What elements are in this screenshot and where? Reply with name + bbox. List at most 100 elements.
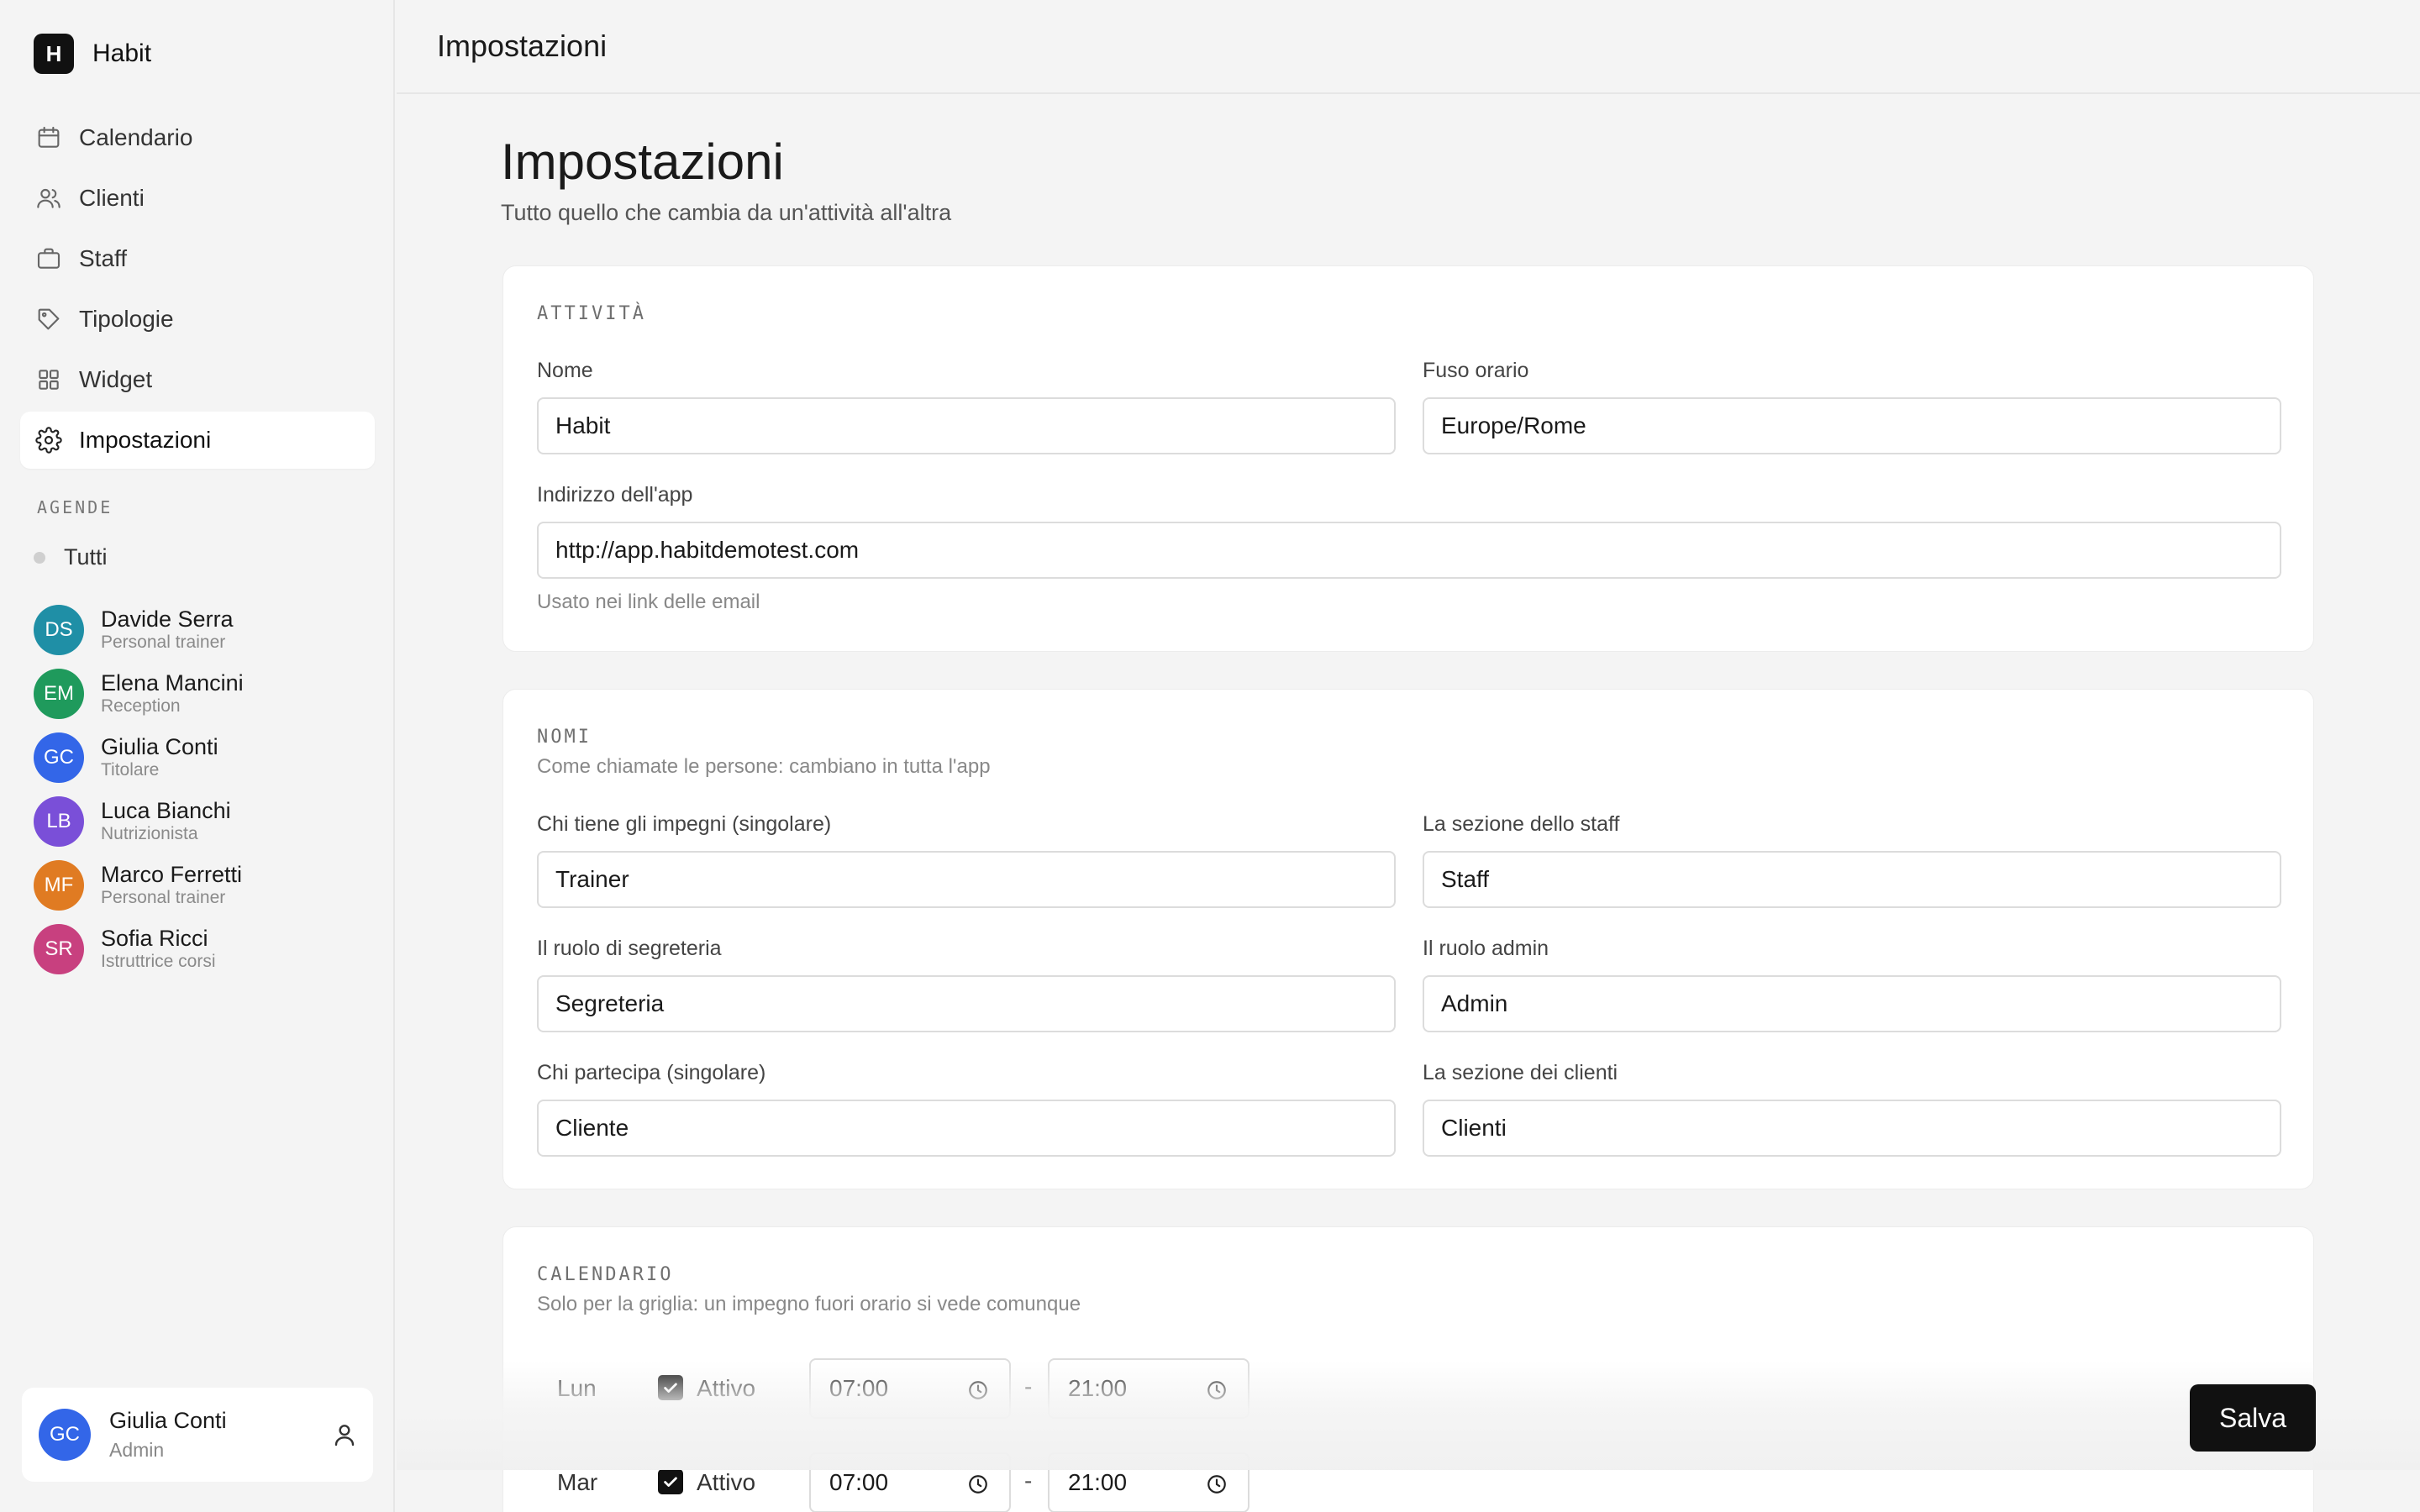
active-label: Attivo <box>697 1469 756 1495</box>
sidebar: H Habit Calendario Clienti Staff Tipolog… <box>0 0 395 1512</box>
user-icon[interactable] <box>331 1421 358 1448</box>
page-subtitle: Tutto quello che cambia da un'attività a… <box>501 200 952 225</box>
app-url-field[interactable]: http://app.habitdemotest.com <box>537 522 2281 579</box>
day-row: Lun Attivo 07:00 - 21:00 <box>503 1358 2313 1419</box>
nome-field[interactable]: Habit <box>537 397 1396 454</box>
agenda-list: DS Davide Serra Personal trainer EM Elena Ma… <box>34 598 370 981</box>
time-from-input[interactable]: 07:00 <box>809 1358 1011 1419</box>
agenda-person-role: Reception <box>101 696 181 716</box>
agenda-person[interactable]: MF Marco Ferretti Personal trainer <box>34 853 370 917</box>
nav-label: Tipologie <box>79 306 174 332</box>
time-from-input[interactable]: 07:00 <box>809 1452 1011 1512</box>
agenda-all[interactable]: Tutti <box>34 544 108 570</box>
agenda-person-role: Istruttrice corsi <box>101 952 216 971</box>
nav-label: Calendario <box>79 124 193 150</box>
agenda-all-label: Tutti <box>64 544 108 570</box>
nomi-card: NOMI Come chiamate le persone: cambiano … <box>502 689 2314 1189</box>
clock-icon <box>969 1381 987 1399</box>
avatar: GC <box>39 1409 91 1461</box>
agenda-person[interactable]: EM Elena Mancini Reception <box>34 662 370 726</box>
avatar: EM <box>34 669 84 719</box>
day-row: Mar Attivo 07:00 - 21:00 <box>503 1452 2313 1512</box>
calendario-card: CALENDARIO Solo per la griglia: un impeg… <box>502 1226 2314 1512</box>
time-value: 21:00 <box>1068 1469 1128 1495</box>
admin-role-field[interactable]: Admin <box>1423 975 2281 1032</box>
agenda-person-name: Marco Ferretti <box>101 862 243 887</box>
agenda-person[interactable]: DS Davide Serra Personal trainer <box>34 598 370 662</box>
card-description: Solo per la griglia: un impegno fuori or… <box>537 1293 1081 1315</box>
time-value: 07:00 <box>829 1375 889 1401</box>
main-nav: Calendario Clienti Staff Tipologie Widge… <box>20 109 375 472</box>
time-value: 21:00 <box>1068 1375 1128 1401</box>
user-name: Giulia Conti <box>109 1408 227 1433</box>
agende-label: AGENDE <box>37 497 113 517</box>
agenda-person-name: Luca Bianchi <box>101 798 231 823</box>
avatar: LB <box>34 796 84 847</box>
nav-label: Impostazioni <box>79 427 212 453</box>
time-to-input[interactable]: 21:00 <box>1048 1358 1249 1419</box>
nav-item-staff[interactable]: Staff <box>20 230 375 287</box>
page-title: Impostazioni <box>501 134 784 190</box>
nav-item-tipologie[interactable]: Tipologie <box>20 291 375 348</box>
field-label: La sezione dello staff <box>1423 812 1620 836</box>
field-label: Indirizzo dell'app <box>537 483 693 507</box>
secretary-role-field[interactable]: Segreteria <box>537 975 1396 1032</box>
card-label: ATTIVITÀ <box>537 303 646 324</box>
save-button[interactable]: Salva <box>2190 1384 2316 1452</box>
agenda-person-name: Davide Serra <box>101 606 234 632</box>
check-icon <box>664 1383 677 1393</box>
agenda-person[interactable]: SR Sofia Ricci Istruttrice corsi <box>34 917 370 981</box>
agenda-person[interactable]: GC Giulia Conti Titolare <box>34 726 370 790</box>
agenda-person-name: Sofia Ricci <box>101 926 208 951</box>
status-dot <box>34 551 45 564</box>
time-to-input[interactable]: 21:00 <box>1048 1452 1249 1512</box>
agenda-person-role: Personal trainer <box>101 888 226 907</box>
agenda-person-role: Nutrizionista <box>101 824 198 843</box>
avatar: GC <box>34 732 84 783</box>
card-label: NOMI <box>537 727 592 748</box>
client-singular-field[interactable]: Cliente <box>537 1100 1396 1157</box>
trainer-singular-field[interactable]: Trainer <box>537 851 1396 908</box>
nav-item-impostazioni[interactable]: Impostazioni <box>20 412 375 469</box>
staff-section-field[interactable]: Staff <box>1423 851 2281 908</box>
gear-icon <box>35 427 62 454</box>
user-card[interactable]: GC Giulia Conti Admin <box>22 1388 373 1482</box>
brand-name: Habit <box>92 39 152 67</box>
clients-section-field[interactable]: Clienti <box>1423 1100 2281 1157</box>
field-label: Chi tiene gli impegni (singolare) <box>537 812 832 836</box>
clock-icon <box>969 1475 987 1494</box>
active-checkbox[interactable] <box>658 1469 683 1494</box>
brand[interactable]: H Habit <box>34 34 151 74</box>
field-label: Nome <box>537 359 593 382</box>
day-name: Mar <box>557 1469 598 1495</box>
time-separator: - <box>1024 1373 1033 1399</box>
calendar-icon <box>38 126 60 148</box>
avatar: MF <box>34 860 84 911</box>
field-label: La sezione dei clienti <box>1423 1061 1618 1084</box>
nav-item-widget[interactable]: Widget <box>20 351 375 408</box>
field-label: Il ruolo admin <box>1423 937 1549 960</box>
card-label: CALENDARIO <box>537 1264 674 1285</box>
avatar: DS <box>34 605 84 655</box>
field-label: Fuso orario <box>1423 359 1529 382</box>
time-separator: - <box>1024 1467 1033 1494</box>
tag-icon <box>38 308 60 330</box>
field-label: Chi partecipa (singolare) <box>537 1061 766 1084</box>
nav-item-calendario[interactable]: Calendario <box>20 109 375 166</box>
attivita-card: ATTIVITÀ Nome Habit Fuso orario Europe/R… <box>502 265 2314 652</box>
timezone-field[interactable]: Europe/Rome <box>1423 397 2281 454</box>
clock-icon <box>1207 1475 1226 1494</box>
time-value: 07:00 <box>829 1469 889 1495</box>
avatar: SR <box>34 924 84 974</box>
card-description: Come chiamate le persone: cambiano in tu… <box>537 755 991 778</box>
check-icon <box>664 1477 677 1487</box>
agenda-person[interactable]: LB Luca Bianchi Nutrizionista <box>34 790 370 853</box>
field-hint: Usato nei link delle email <box>537 591 760 613</box>
active-checkbox[interactable] <box>658 1375 683 1400</box>
topbar-title: Impostazioni <box>437 29 608 63</box>
briefcase-icon <box>37 248 60 269</box>
nav-label: Staff <box>79 245 128 271</box>
agenda-person-name: Elena Mancini <box>101 670 244 696</box>
nav-item-clienti[interactable]: Clienti <box>20 170 375 227</box>
topbar: Impostazioni <box>397 0 2420 94</box>
